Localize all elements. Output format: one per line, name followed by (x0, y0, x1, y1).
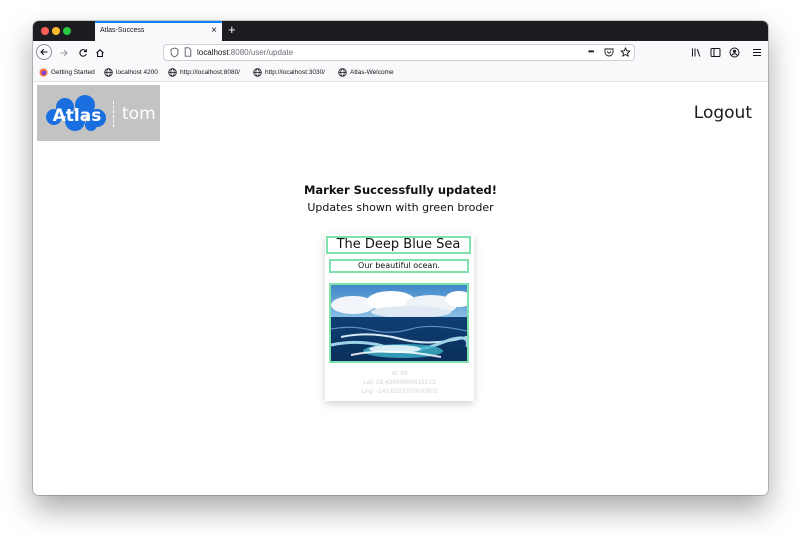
ocean-photo (331, 285, 467, 361)
reload-icon (79, 48, 87, 57)
minimize-window-button[interactable] (52, 27, 60, 35)
globe-icon (104, 67, 113, 77)
forward-button[interactable] (57, 44, 71, 61)
bookmark-label: http://localhost:3030/ (265, 68, 325, 76)
marker-title: The Deep Blue Sea (326, 236, 471, 254)
page-content: Atlas tom Logout Marker Successfully upd… (33, 82, 768, 495)
bookmark-label: localhost 4200 (116, 68, 158, 76)
url-text[interactable]: localhost:8080/user/update (197, 48, 293, 57)
atlas-logo[interactable]: Atlas (45, 94, 109, 134)
page-icon[interactable] (184, 47, 192, 57)
marker-description: Our beautiful ocean. (329, 259, 469, 273)
browser-window: Atlas-Success × + localhost:8080/user/up… (33, 21, 768, 495)
logout-button[interactable]: Logout (694, 103, 752, 123)
logo-text: Atlas (53, 106, 102, 126)
reload-button[interactable] (76, 44, 90, 61)
url-path: :8080/user/update (228, 48, 294, 57)
marker-id: id: 89 (391, 370, 408, 377)
menu-icon[interactable] (752, 47, 762, 58)
nav-bar: localhost:8080/user/update ••• (33, 41, 768, 64)
back-button[interactable] (36, 44, 52, 60)
marker-image[interactable] (329, 283, 469, 363)
pocket-icon[interactable] (604, 48, 614, 57)
bookmarks-bar: Getting Started localhost 4200 http://lo… (33, 64, 768, 82)
url-bar[interactable]: localhost:8080/user/update ••• (163, 44, 635, 61)
bookmark-label: Atlas-Welcome (350, 68, 394, 76)
bookmark-localhost-8080[interactable]: http://localhost:8080/ (168, 66, 240, 78)
star-icon[interactable] (620, 47, 631, 58)
bookmark-localhost-3030[interactable]: http://localhost:3030/ (253, 66, 325, 78)
home-button[interactable] (93, 44, 107, 61)
bookmark-label: http://localhost:8080/ (180, 68, 240, 76)
page-actions-button[interactable]: ••• (588, 47, 594, 56)
globe-icon (168, 67, 177, 77)
home-icon (96, 48, 104, 57)
new-tab-button[interactable]: + (228, 22, 236, 38)
bookmark-getting-started[interactable]: Getting Started (39, 66, 95, 78)
marker-lat: Lat: 28.4368569961812З (363, 379, 436, 386)
arrow-right-icon (60, 49, 68, 56)
marker-card[interactable]: The Deep Blue Sea Our beautiful ocean. i… (325, 234, 474, 401)
username-label: tom (122, 104, 156, 124)
bookmark-localhost-4200[interactable]: localhost 4200 (104, 66, 158, 78)
sidebar-icon[interactable] (710, 47, 721, 58)
header-logo-box[interactable]: Atlas tom (37, 85, 160, 141)
tab-title: Atlas-Success (100, 27, 145, 34)
globe-icon (253, 67, 262, 77)
marker-lng: Lng: -143.6222700000001 (361, 388, 438, 395)
maximize-window-button[interactable] (63, 27, 71, 35)
tab-bar: Atlas-Success × + (33, 21, 768, 41)
arrow-left-icon (40, 48, 48, 56)
globe-icon (338, 67, 347, 77)
tab-atlas-success[interactable]: Atlas-Success × (95, 21, 222, 41)
close-window-button[interactable] (41, 27, 49, 35)
bookmark-label: Getting Started (51, 68, 95, 76)
marker-meta: id: 89 Lat: 28.4368569961812З Lng: -143.… (325, 369, 474, 396)
account-icon[interactable] (729, 47, 740, 58)
library-icon[interactable] (691, 47, 702, 58)
bookmark-atlas-welcome[interactable]: Atlas-Welcome (338, 66, 394, 78)
shield-icon[interactable] (170, 47, 179, 58)
url-host: localhost (197, 48, 229, 57)
success-subtitle: Updates shown with green broder (307, 201, 494, 214)
logo-divider (113, 101, 114, 127)
firefox-icon (39, 68, 48, 76)
tab-close-icon[interactable]: × (211, 25, 217, 37)
success-title: Marker Successfully updated! (303, 183, 498, 197)
